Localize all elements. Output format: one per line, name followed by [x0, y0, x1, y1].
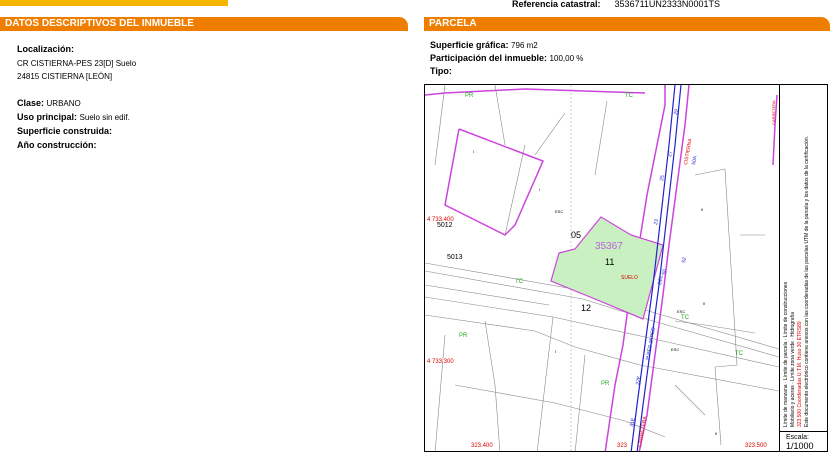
uso-value: Suelo sin edif.	[79, 113, 130, 122]
section-title-bold: INMUEBLE	[141, 18, 194, 29]
map-small-label: ESC	[671, 347, 679, 352]
address-line-1: CR CISTIERNA-PES 23[D] Suelo	[17, 59, 137, 68]
uso-label: Uso principal:	[17, 112, 78, 122]
section-header-inmueble: DATOS DESCRIPTIVOS DEL INMUEBLE	[0, 17, 408, 31]
map-small-label: II	[715, 431, 717, 436]
map-green-label: TC	[625, 93, 634, 99]
map-coord-y1: 4 733.400	[427, 217, 454, 223]
legend-line-2: Límite de parcela	[783, 341, 789, 381]
clase-value: URBANO	[46, 99, 81, 108]
superficie-grafica-label: Superficie gráfica:	[430, 40, 509, 50]
legend-line-6: Hidrografía	[790, 311, 796, 337]
legend-line-3: Límite de construcciones	[783, 281, 789, 338]
map-green-label: PR	[601, 381, 610, 387]
ano-construccion-label: Año construcción:	[17, 140, 97, 150]
map-coord-x1: 323.400	[471, 443, 493, 449]
uso-row: Uso principal: Suelo sin edif.	[17, 112, 130, 123]
cadastral-reference-label: Referencia catastral:	[512, 0, 601, 8]
map-green-label: TC	[735, 351, 744, 357]
legend-text: Límite de manzana · Límite de parcela · …	[780, 85, 827, 431]
cadastral-reference: Referencia catastral: 3536711UN2333N0001T…	[512, 0, 720, 8]
tipo-row: Tipo:	[430, 66, 452, 77]
map-street-top: CARRETERA	[771, 100, 776, 125]
map-label-12: 12	[581, 303, 591, 313]
superficie-grafica-value: 796 m2	[511, 41, 538, 50]
superficie-construida-row: Superficie construida:	[17, 126, 112, 137]
map-suelo-label: SUELO	[621, 275, 638, 281]
clase-label: Clase:	[17, 98, 45, 108]
map-green-label: PR	[459, 333, 468, 339]
map-small-label: I	[473, 149, 474, 154]
map-label-05: 05	[571, 230, 581, 240]
legend-line-1: Límite de manzana	[783, 384, 789, 427]
map-parcel-number: 11	[605, 257, 614, 267]
map-small-label: I	[555, 349, 556, 354]
map-green-label: TC	[681, 315, 690, 321]
map-coord-x-partial: 323	[617, 443, 628, 449]
participacion-value: 100,00 %	[549, 54, 584, 63]
map-scale: Escala: 1/1000	[779, 431, 827, 451]
cadastral-reference-value: 3536711UN2333N0001TS	[614, 0, 720, 8]
map-drawing: 35367 11 SUELO 05 12 5012 5013 PR TC TC …	[425, 85, 779, 451]
localizacion-label: Localización:	[17, 44, 75, 54]
map-green-label: TC	[515, 279, 524, 285]
participacion-label: Participación del inmueble:	[430, 53, 548, 63]
map-small-label: ESC	[555, 209, 563, 214]
map-small-label: I	[539, 187, 540, 192]
map-coord-y2: 4 733.300	[427, 359, 454, 365]
participacion-row: Participación del inmueble: 100,00 %	[430, 53, 583, 64]
ano-construccion-row: Año construcción:	[17, 140, 97, 151]
section-title-prefix: DATOS DESCRIPTIVOS DEL	[5, 18, 139, 29]
map-parcel-ref: 35367	[595, 241, 623, 252]
legend-red-coords: 323.500 Coordenadas U.T.M. Huso 30 ETRS8…	[797, 321, 803, 427]
tipo-label: Tipo:	[430, 66, 452, 76]
map-small-label: II	[703, 301, 705, 306]
legend-line-5: Límite zona verde	[790, 341, 796, 381]
scale-value: 1/1000	[786, 441, 814, 451]
top-accent-strip	[0, 0, 228, 6]
superficie-construida-label: Superficie construida:	[17, 126, 113, 136]
map-green-label: PR	[465, 93, 474, 99]
localizacion-block: Localización: CR CISTIERNA-PES 23[D] Sue…	[17, 44, 136, 82]
legend-note: Este documento electrónico contiene anex…	[804, 136, 810, 427]
address-line-2: 24815 CISTIERNA [LEÓN]	[17, 72, 113, 81]
section-header-parcela: PARCELA	[424, 17, 830, 31]
map-legend: Límite de manzana · Límite de parcela · …	[779, 85, 827, 431]
clase-row: Clase: URBANO	[17, 98, 81, 109]
cadastral-map: 35367 11 SUELO 05 12 5012 5013 PR TC TC …	[424, 84, 828, 452]
map-label-5012: 5012	[437, 222, 453, 229]
map-small-label: ESC	[677, 309, 685, 314]
section-title-parcela: PARCELA	[429, 18, 477, 29]
map-coord-x2: 323.500	[745, 443, 767, 449]
legend-line-4: Mobiliario y aceras	[790, 385, 796, 427]
map-small-label: II	[701, 207, 703, 212]
superficie-grafica-row: Superficie gráfica: 796 m2	[430, 40, 538, 51]
map-label-5013: 5013	[447, 254, 463, 261]
